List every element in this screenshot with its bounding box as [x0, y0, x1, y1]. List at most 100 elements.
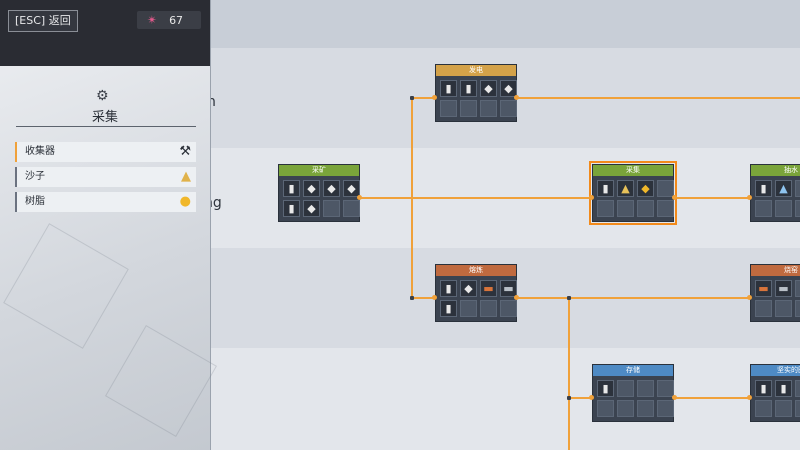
- sand-pile-icon: ▲: [181, 169, 191, 184]
- connection-wire: [411, 97, 413, 299]
- connection-wire: [359, 197, 591, 199]
- tech-slot: [323, 200, 340, 217]
- list-item-resin[interactable]: 树脂 ●: [15, 192, 196, 212]
- top-bar: [ESC] 返回 ✴ 67: [0, 0, 210, 66]
- tech-slot[interactable]: ◆: [303, 200, 320, 217]
- hex-decoration: [3, 223, 129, 349]
- node-title: 坚实的田: [751, 365, 800, 376]
- node-output-pin: [672, 195, 677, 200]
- node-output-pin: [357, 195, 362, 200]
- hex-decoration: [104, 324, 218, 438]
- node-output-pin: [514, 95, 519, 100]
- tech-node-power[interactable]: 发电 ▮ ▮ ◆ ◆: [435, 64, 517, 122]
- resource-count: 67: [169, 13, 184, 27]
- tech-slot: [480, 100, 497, 117]
- node-title: 熔炼: [436, 265, 516, 276]
- tech-slot: [795, 380, 800, 397]
- tech-node-gathering[interactable]: 采集 ▮ ▲ ◆: [589, 161, 677, 225]
- tech-slot: [657, 400, 674, 417]
- node-input-pin: [589, 395, 594, 400]
- tech-slot: [775, 400, 792, 417]
- tech-slot[interactable]: ◆: [303, 180, 320, 197]
- item-label: 沙子: [25, 171, 45, 182]
- tech-node-solid-field[interactable]: 坚实的田 ▮ ▮: [750, 364, 800, 422]
- network-nodes-icon: ✴: [147, 13, 158, 27]
- tech-slot[interactable]: ▮: [597, 180, 614, 197]
- tech-slot[interactable]: ▮: [755, 180, 772, 197]
- tech-slot: [637, 200, 654, 217]
- node-title: 采集: [593, 165, 673, 176]
- tech-node-kiln[interactable]: 烧窑 ▬ ▬: [750, 264, 800, 322]
- tech-node-pumping[interactable]: 抽水 ▮ ▲: [750, 164, 800, 222]
- tech-slot[interactable]: ▲: [775, 180, 792, 197]
- tech-slot[interactable]: ▬: [755, 280, 772, 297]
- tech-slot[interactable]: ▲: [617, 180, 634, 197]
- tech-slot: [637, 400, 654, 417]
- tech-slot[interactable]: ▬: [775, 280, 792, 297]
- resin-icon: ●: [179, 194, 191, 209]
- tech-slot: [795, 300, 800, 317]
- tech-slot: [597, 400, 614, 417]
- tech-slot: [755, 400, 772, 417]
- tech-slot[interactable]: ▮: [775, 380, 792, 397]
- node-title: 烧窑: [751, 265, 800, 276]
- node-output-pin: [672, 395, 677, 400]
- category-title: 采集: [91, 110, 118, 125]
- tech-slot: [795, 200, 800, 217]
- tech-slot: [480, 300, 497, 317]
- tech-slot[interactable]: ▮: [460, 80, 477, 97]
- tech-slot[interactable]: ▮: [597, 380, 614, 397]
- node-input-pin: [747, 295, 752, 300]
- tech-slot: [657, 180, 674, 197]
- tech-slot[interactable]: ▮: [283, 200, 300, 217]
- tech-slot: [597, 200, 614, 217]
- tech-slot[interactable]: ◆: [460, 280, 477, 297]
- tech-node-smelting[interactable]: 熔炼 ▮ ◆ ▬ ▬ ▮: [435, 264, 517, 322]
- tech-slot[interactable]: ▮: [440, 280, 457, 297]
- node-output-pin: [514, 295, 519, 300]
- tech-slot[interactable]: ▬: [480, 280, 497, 297]
- list-item-collector[interactable]: 收集器 ⚒: [15, 142, 196, 162]
- tech-node-mining[interactable]: 采矿 ▮ ◆ ◆ ◆ ▮ ◆: [278, 164, 360, 222]
- node-input-pin: [589, 195, 594, 200]
- tech-slot[interactable]: ▮: [440, 300, 457, 317]
- tech-slot[interactable]: ▮: [755, 380, 772, 397]
- node-title: 发电: [436, 65, 516, 76]
- wire-junction: [410, 296, 414, 300]
- list-item-sand[interactable]: 沙子 ▲: [15, 167, 196, 187]
- tech-slot[interactable]: ◆: [323, 180, 340, 197]
- tech-slot[interactable]: ◆: [637, 180, 654, 197]
- tech-slot: [460, 100, 477, 117]
- tech-slot: [500, 100, 517, 117]
- node-input-pin: [432, 295, 437, 300]
- resource-counter: ✴ 67: [137, 11, 201, 29]
- wire-junction: [567, 296, 571, 300]
- wire-junction: [410, 96, 414, 100]
- node-title: 采矿: [279, 165, 359, 176]
- node-input-pin: [747, 395, 752, 400]
- item-label: 树脂: [25, 196, 45, 207]
- tech-slot: [775, 300, 792, 317]
- tech-slot: [460, 300, 477, 317]
- connection-wire: [674, 197, 750, 199]
- node-title: 抽水: [751, 165, 800, 176]
- connection-wire: [516, 297, 750, 299]
- tech-slot: [775, 200, 792, 217]
- tech-slot: [617, 400, 634, 417]
- tech-slot: [617, 200, 634, 217]
- back-button[interactable]: [ESC] 返回: [8, 10, 78, 32]
- tech-slot[interactable]: ▮: [440, 80, 457, 97]
- side-panel: [ESC] 返回 ✴ 67 ⚙ 采集 收集器 ⚒ 沙子 ▲ 树脂 ●: [0, 0, 218, 450]
- tech-slot: [617, 380, 634, 397]
- tech-slot: [440, 100, 457, 117]
- tech-node-storage[interactable]: 存储 ▮: [592, 364, 674, 422]
- tech-slot: [795, 280, 800, 297]
- tech-slot: [795, 400, 800, 417]
- tech-slot[interactable]: ◆: [480, 80, 497, 97]
- connection-wire: [674, 397, 750, 399]
- tech-slot[interactable]: ▮: [283, 180, 300, 197]
- tech-slot: [755, 200, 772, 217]
- gear-wrench-icon: ⚙: [96, 88, 109, 104]
- divider: [16, 126, 196, 127]
- tech-slot: [500, 300, 517, 317]
